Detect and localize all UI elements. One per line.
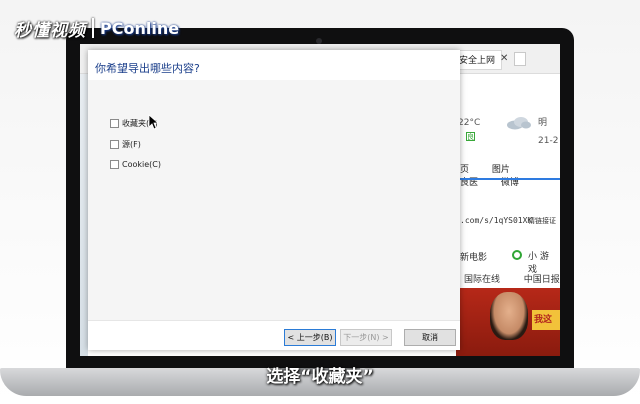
weather-temperature: 22°C <box>458 118 481 128</box>
game-icon <box>512 250 522 260</box>
short-url-text[interactable]: .com/s/1qYS01XK <box>460 216 532 225</box>
checkbox-cookies[interactable] <box>110 160 119 169</box>
dialog-title: 你希望导出哪些内容? <box>95 62 200 75</box>
link-intl-online[interactable]: 国际在线 <box>464 275 500 285</box>
watermark-brand-en: PConline <box>100 18 180 38</box>
link-china-daily[interactable]: 中国日报 <box>524 275 560 285</box>
next-button[interactable]: 下一步(N) > <box>340 329 392 346</box>
tab-close-icon[interactable]: ✕ <box>500 53 508 64</box>
link-movies[interactable]: 新电影 <box>460 250 487 263</box>
nav-link[interactable]: 页 <box>460 162 469 175</box>
browser-nav-row: 页 图片 良医 微博 <box>460 162 560 188</box>
watermark-divider <box>92 18 94 38</box>
nav-link-doctor[interactable]: 良医 <box>460 175 478 188</box>
video-subtitle: 选择“收藏夹” <box>266 367 374 387</box>
browser-left-edge <box>80 74 88 356</box>
ad-portrait-image <box>490 292 528 340</box>
cancel-button[interactable]: 取消 <box>404 329 456 346</box>
forecast-day: 明 <box>538 118 548 128</box>
dialog-footer: < 上一步(B) 下一步(N) > 取消 <box>88 320 460 350</box>
short-url-note: 请链接证 <box>528 217 556 225</box>
cloud-icon <box>507 117 531 130</box>
new-tab-button[interactable] <box>514 52 526 66</box>
back-button[interactable]: < 上一步(B) <box>284 329 336 346</box>
laptop-screen: 安全上网 ✕ 22°C 良 明 21-2 页 图片 良医 微博 .com/s/1… <box>80 44 560 356</box>
option-label: 源(F) <box>122 140 141 149</box>
option-label: Cookie(C) <box>122 160 161 169</box>
ad-promo-text: 我这 <box>532 310 560 330</box>
nav-divider <box>456 178 560 180</box>
link-row-news: 国际在线 中国日报 <box>464 272 560 285</box>
air-quality-badge: 良 <box>466 132 475 141</box>
mouse-cursor-icon <box>148 114 158 130</box>
watermark-brand-cn: 秒懂视频 <box>14 20 86 41</box>
forecast-range: 21-2 <box>538 136 559 146</box>
weather-forecast: 明 21-2 <box>538 114 558 150</box>
dialog-body: 收藏夹(A) 源(F) Cookie(C) <box>88 80 460 320</box>
checkbox-feeds[interactable] <box>110 140 119 149</box>
nav-link-images[interactable]: 图片 <box>492 162 510 175</box>
export-dialog: 你希望导出哪些内容? 收藏夹(A) 源(F) Cookie(C) < 上一步(B… <box>88 50 460 350</box>
checkbox-favorites[interactable] <box>110 119 119 128</box>
video-watermark: 秒懂视频 PConline <box>14 14 179 42</box>
nav-link-weibo[interactable]: 微博 <box>501 175 519 188</box>
option-feeds[interactable]: 源(F) <box>110 139 141 150</box>
option-cookies[interactable]: Cookie(C) <box>110 160 161 169</box>
